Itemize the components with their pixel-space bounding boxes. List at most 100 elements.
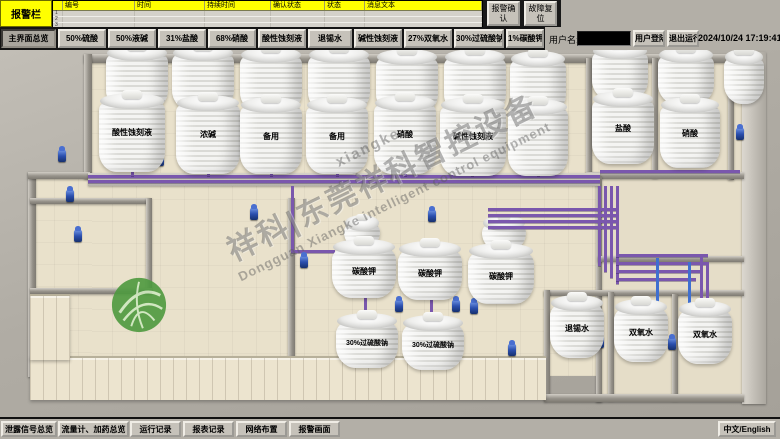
tank-label: 30%过硫酸钠 <box>336 338 398 348</box>
tank-nitric-right: 硝酸 <box>660 104 720 168</box>
footer-report-log[interactable]: 报表记录 <box>183 421 234 437</box>
alarm-bar: 报警栏 编号 时间 持续时间 确认状态 状态 消息文本 1 2 3 <box>0 0 780 27</box>
footer-alarm-screen[interactable]: 报警画面 <box>289 421 340 437</box>
alarm-col-state: 状态 <box>325 1 365 10</box>
alarm-ack-button[interactable]: 报警确认 <box>487 1 520 26</box>
wall-front-tiled-left <box>30 294 70 360</box>
nav-persulfate-30[interactable]: 30%过硫酸钠 <box>454 29 504 48</box>
tank-alkaline-etch: 碱性蚀刻液 <box>440 104 506 176</box>
pump-icon <box>428 210 436 222</box>
pipe-bundle-h2 <box>616 262 708 265</box>
exit-run-button[interactable]: 退出运行 <box>667 30 699 47</box>
pump-icon <box>300 256 308 268</box>
hmi-window: 报警栏 编号 时间 持续时间 确认状态 状态 消息文本 1 2 3 <box>0 0 780 439</box>
pump-icon <box>470 302 478 314</box>
pump-icon <box>452 300 460 312</box>
alarm-table[interactable]: 编号 时间 持续时间 确认状态 状态 消息文本 1 2 3 <box>52 0 483 27</box>
fault-reset-button[interactable]: 故障复位 <box>524 1 557 26</box>
tank-label: 碱性蚀刻液 <box>440 131 506 142</box>
pump-icon <box>250 208 258 220</box>
nav-sulfuric-50[interactable]: 50%硫酸 <box>58 29 106 48</box>
alarm-col-duration: 持续时间 <box>205 1 271 10</box>
alarm-col-ackstate: 确认状态 <box>271 1 325 10</box>
pipe-bundle-h2 <box>616 254 708 257</box>
alarm-col-time: 时间 <box>135 1 205 10</box>
alarm-col-rownum <box>53 1 63 10</box>
tank-peroxide-1: 双氧水 <box>614 306 668 362</box>
alarm-table-header: 编号 时间 持续时间 确认状态 状态 消息文本 <box>53 1 482 11</box>
pump-icon <box>66 190 74 202</box>
tank-label: 30%过硫酸钠 <box>402 340 464 350</box>
tank-label: 碳酸钾 <box>332 266 396 277</box>
pipe-bundle-v <box>610 186 613 278</box>
pipe-center-elbow <box>291 250 335 253</box>
pipe-right-wing-run <box>600 170 740 173</box>
tank-label: 硝酸 <box>374 129 436 140</box>
company-logo-icon <box>110 276 168 334</box>
tank-label: 硝酸 <box>660 128 720 139</box>
wall-right-outer <box>742 52 766 404</box>
tank-label: 碳酸钾 <box>398 268 462 279</box>
footer-network-layout[interactable]: 网络布置 <box>236 421 287 437</box>
pump-icon <box>736 128 744 140</box>
pump-icon <box>58 150 66 162</box>
nav-hcl-31[interactable]: 31%盐酸 <box>158 29 206 48</box>
nav-nitric-68[interactable]: 68%硝酸 <box>208 29 256 48</box>
nav-alkali-etch[interactable]: 碱性蚀刻液 <box>354 29 402 48</box>
nav-kcarbonate-1[interactable]: 1%碳酸钾 <box>506 29 544 48</box>
tank-front-unlabeled <box>508 106 568 176</box>
pipe-bundle-h <box>488 208 616 211</box>
pipe-bundle-h <box>488 220 616 223</box>
user-login-button[interactable]: 用户登陆 <box>633 30 665 47</box>
tank-back-right-3 <box>724 56 764 104</box>
footer-flow-dosing[interactable]: 流量计、加药总览 <box>58 421 129 437</box>
pump-icon <box>74 230 82 242</box>
language-toggle-button[interactable]: 中文/English <box>718 421 776 437</box>
tank-tin-strip-water: 退锡水 <box>550 302 604 358</box>
tank-kcarbonate-3: 碳酸钾 <box>468 250 534 304</box>
nav-main-overview[interactable]: 主界面总览 <box>1 29 56 48</box>
username-input[interactable] <box>577 31 631 46</box>
footer-bar: 泄露信号总览 流量计、加药总览 运行记录 报表记录 网络布置 报警画面 中文/E… <box>0 417 780 439</box>
pipe-main-run-2 <box>88 180 600 183</box>
pipe-bundle-v <box>604 186 607 272</box>
tank-label: 备用 <box>240 131 302 142</box>
pipe-bundle-h <box>488 214 616 217</box>
tank-spare-2: 备用 <box>306 104 368 174</box>
tank-conc-caustic: 浓碱 <box>176 102 240 174</box>
tank-peroxide-2: 双氧水 <box>678 308 732 364</box>
tank-persulfate-1: 30%过硫酸钠 <box>336 320 398 368</box>
alarm-bar-title: 报警栏 <box>0 0 52 27</box>
footer-run-log[interactable]: 运行记录 <box>130 421 181 437</box>
tank-kcarbonate-2: 碳酸钾 <box>398 248 462 300</box>
pump-icon <box>668 338 676 350</box>
alarm-col-id: 编号 <box>63 1 135 10</box>
nav-peroxide-27[interactable]: 27%双氧水 <box>404 29 452 48</box>
tank-nitric: 硝酸 <box>374 102 436 174</box>
tank-kcarbonate-1: 碳酸钾 <box>332 246 396 298</box>
wall-bay-bottom <box>544 394 744 402</box>
nav-caustic-50[interactable]: 50%液碱 <box>108 29 156 48</box>
tank-label: 退锡水 <box>550 323 604 334</box>
nav-bar: 主界面总览 50%硫酸 50%液碱 31%盐酸 68%硝酸 酸性蚀刻液 退锡水 … <box>0 27 780 50</box>
tank-spare-1: 备用 <box>240 104 302 174</box>
tank-label: 碳酸钾 <box>468 271 534 282</box>
wall-bay-v2 <box>608 292 614 400</box>
nav-acid-etch[interactable]: 酸性蚀刻液 <box>258 29 306 48</box>
wall-left-top <box>28 172 90 179</box>
pump-icon <box>395 300 403 312</box>
wall-left-upper <box>84 54 92 179</box>
pipe-bundle-v <box>598 186 601 266</box>
tank-label: 浓碱 <box>176 129 240 140</box>
user-panel: 用户名: 用户登陆 退出运行 2024/10/24 17:19:41 <box>545 27 780 50</box>
plant-scene: xiangke 祥科|东莞祥科智控设备 Dongguan Xiangke int… <box>0 50 780 417</box>
alarm-col-message: 消息文本 <box>365 1 482 10</box>
footer-leak-overview[interactable]: 泄露信号总览 <box>1 421 57 437</box>
pipe-center-drop <box>291 186 294 252</box>
tank-label: 酸性蚀刻液 <box>99 127 165 138</box>
tank-hcl: 盐酸 <box>592 98 654 164</box>
tank-acidic-etch: 酸性蚀刻液 <box>99 100 165 172</box>
nav-tin-strip[interactable]: 退锡水 <box>308 29 352 48</box>
tank-persulfate-2: 30%过硫酸钠 <box>402 322 464 370</box>
datetime-display: 2024/10/24 17:19:41 <box>698 33 780 43</box>
